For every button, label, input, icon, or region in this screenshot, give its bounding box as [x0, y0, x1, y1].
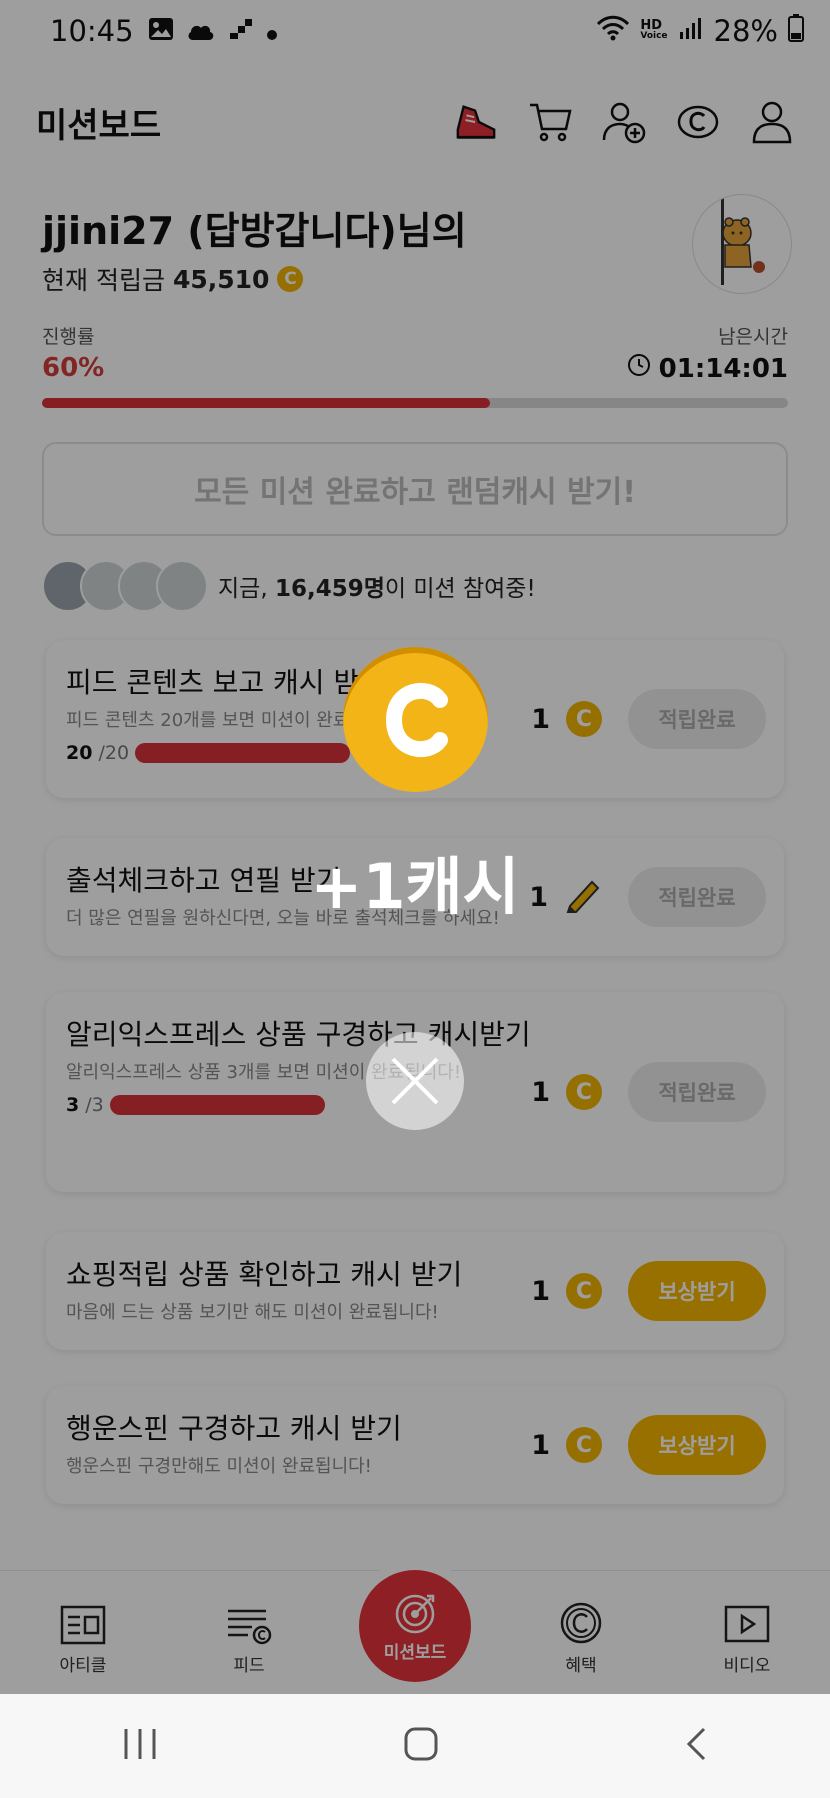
back-icon[interactable]	[684, 1726, 708, 1766]
system-nav-bar	[0, 1694, 830, 1798]
close-icon	[391, 1057, 439, 1105]
reward-amount-text: +1캐시	[310, 850, 520, 923]
home-icon[interactable]	[403, 1726, 439, 1766]
close-button[interactable]	[366, 1032, 464, 1130]
big-coin-icon	[343, 647, 488, 792]
recent-apps-icon[interactable]	[122, 1727, 158, 1765]
